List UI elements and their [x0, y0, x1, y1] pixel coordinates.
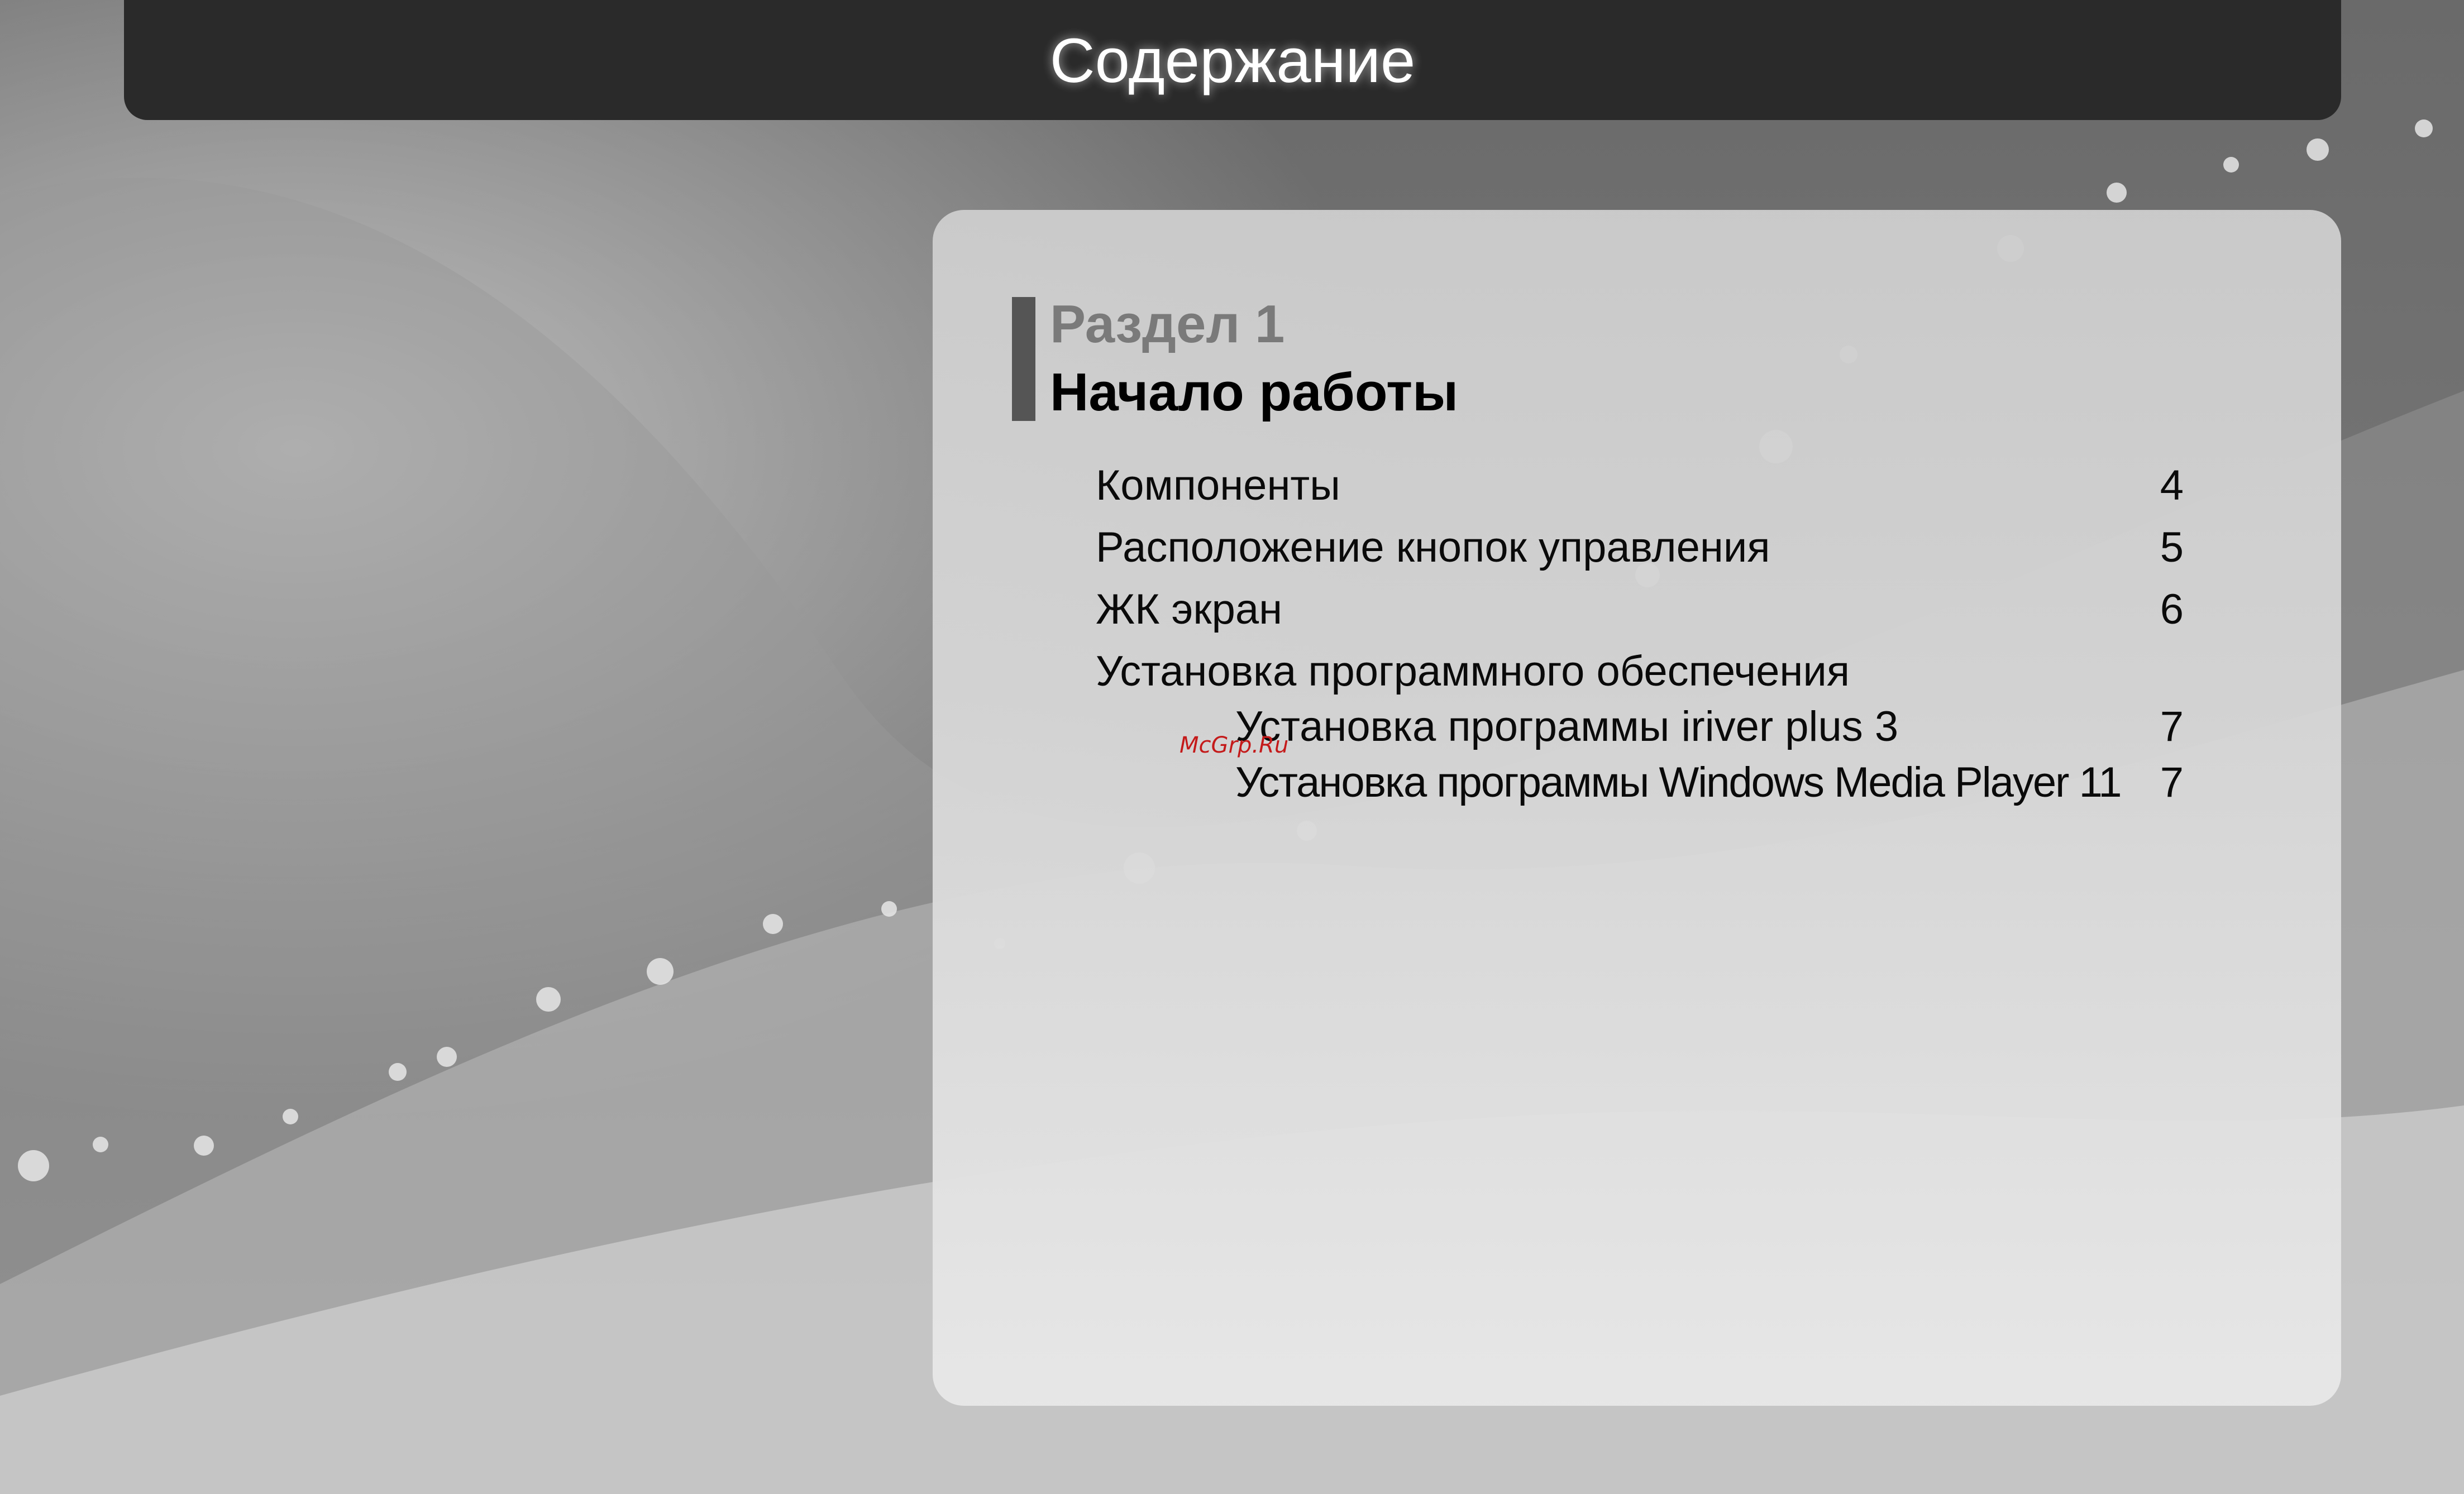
page-title: Содержание [1049, 26, 1416, 95]
toc-page-number: 5 [2160, 524, 2184, 571]
toc-item[interactable]: ЖК экран [1096, 585, 1282, 634]
toc-page-number: 7 [2160, 759, 2184, 806]
toc-item[interactable]: Расположение кнопок управления [1096, 523, 1770, 572]
toc-item[interactable]: Установка программного обеспечения [1096, 647, 1850, 696]
toc-page-number: 7 [2160, 703, 2184, 750]
watermark: McGrp.Ru [1180, 732, 1289, 758]
toc-subitem[interactable]: Установка программы iriver plus 3 [1235, 702, 1898, 751]
section-title: Начало работы [1050, 362, 1459, 422]
toc-subitem[interactable]: Установка программы Windows Media Player… [1235, 758, 2122, 807]
toc-item[interactable]: Компоненты [1096, 461, 1340, 510]
section-number: Раздел 1 [1050, 294, 1285, 354]
header-bar: Содержание [124, 0, 2341, 120]
toc-page-number: 4 [2160, 462, 2184, 509]
toc-page-number: 6 [2160, 586, 2184, 633]
section-marker [1012, 297, 1035, 421]
